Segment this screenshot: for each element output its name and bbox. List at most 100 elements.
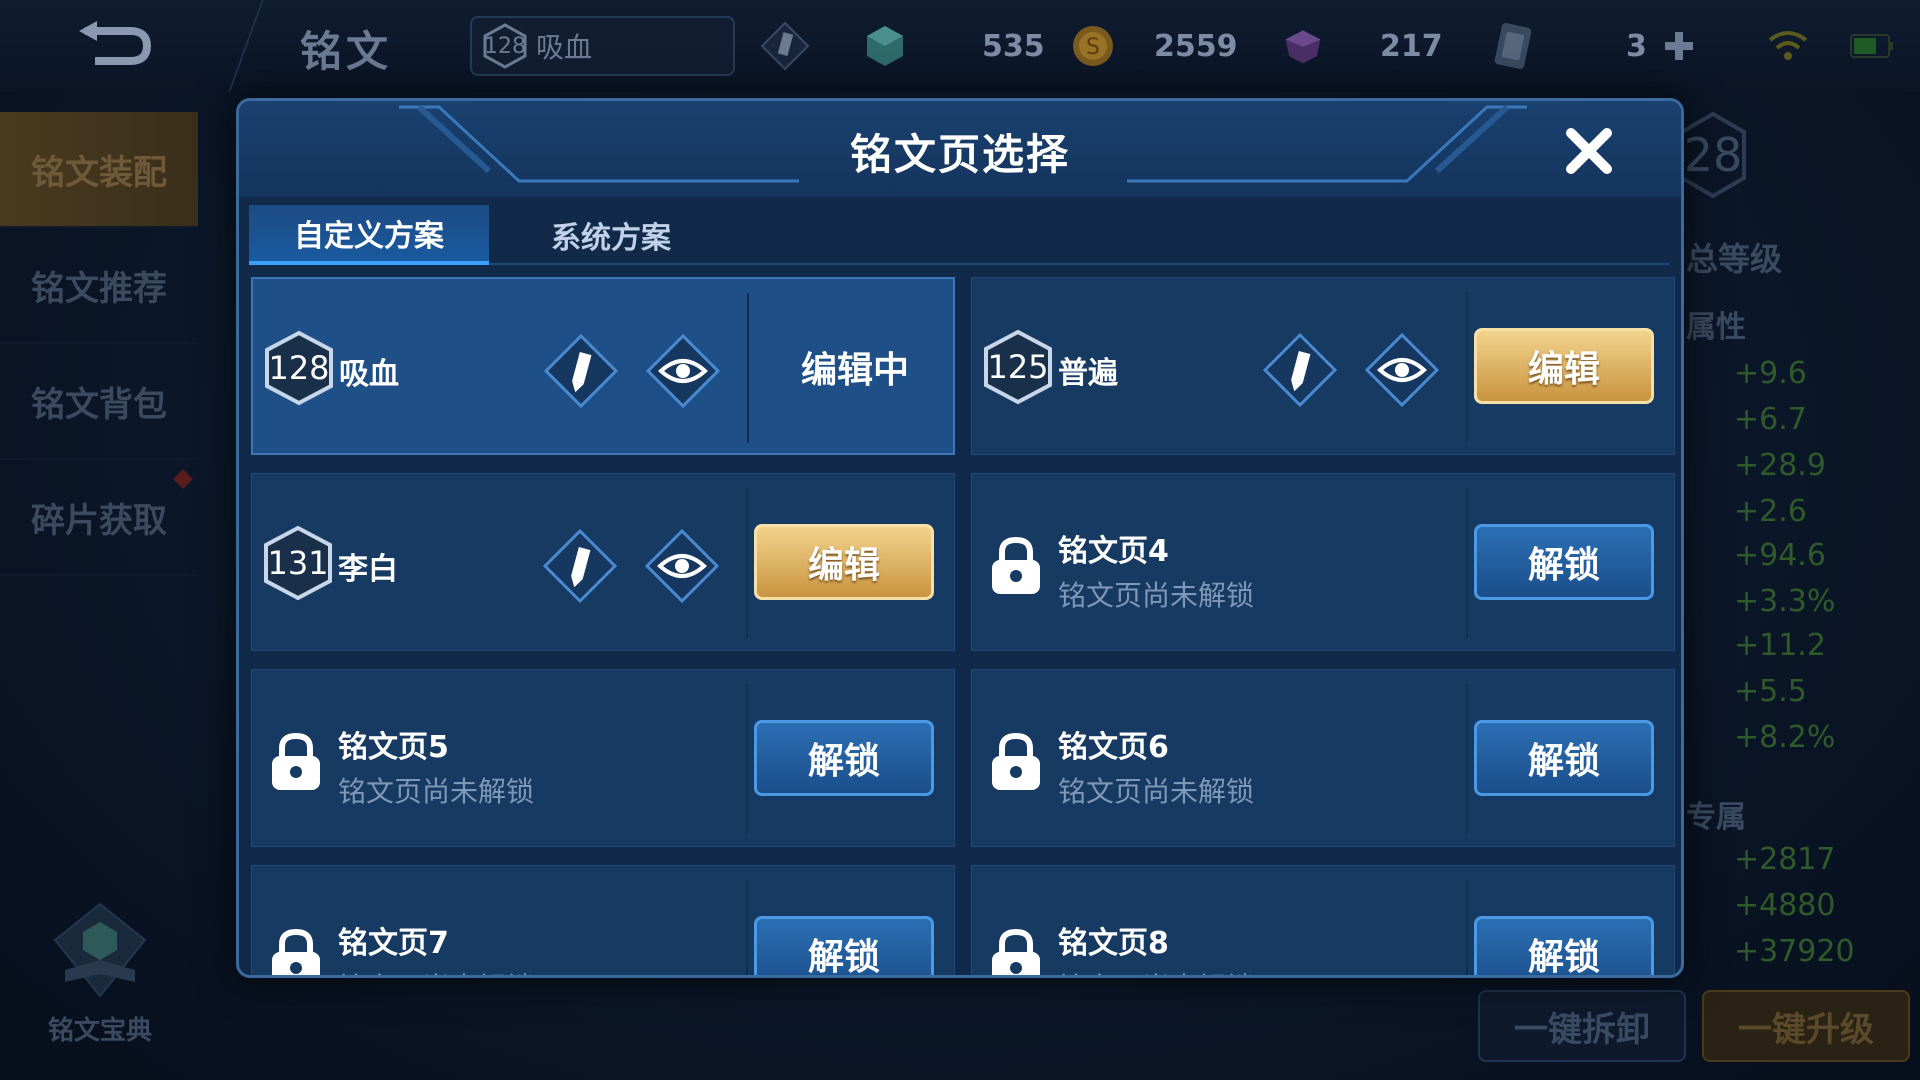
- back-button[interactable]: [70, 18, 160, 74]
- sidebar-item-recommend[interactable]: 铭文推荐: [0, 228, 198, 344]
- page-name: 铭文页8: [1058, 926, 1169, 961]
- wifi-icon: [1768, 31, 1808, 60]
- unlock-button[interactable]: 解锁: [1474, 524, 1654, 600]
- page-card[interactable]: 125 普遍 编辑: [971, 277, 1675, 455]
- rename-button[interactable]: [542, 528, 618, 604]
- stat-value: +28.9: [1734, 448, 1826, 483]
- close-button[interactable]: [1561, 123, 1617, 179]
- codex-button[interactable]: 铭文宝典: [30, 900, 170, 1047]
- unlock-button[interactable]: 解锁: [1474, 916, 1654, 975]
- exclusive-stat-value: +2817: [1734, 842, 1836, 877]
- lock-icon: [992, 732, 1040, 790]
- preview-button[interactable]: [644, 528, 720, 604]
- eye-icon: [1364, 332, 1440, 408]
- crystal-gem-icon: [862, 23, 908, 69]
- dialog-header: 铭文页选择: [239, 101, 1681, 197]
- page-card-locked[interactable]: 铭文页5 铭文页尚未解锁 解锁: [251, 669, 955, 847]
- back-arrow-icon: [79, 21, 152, 65]
- page-name: 铭文页7: [338, 926, 449, 961]
- eye-icon: [644, 528, 720, 604]
- page-card-locked[interactable]: 铭文页4 铭文页尚未解锁 解锁: [971, 473, 1675, 651]
- rename-button[interactable]: [543, 333, 619, 409]
- stat-value: +2.6: [1734, 494, 1807, 529]
- top-bar: 铭文 128 吸血 535 S 2559 217 3: [0, 0, 1920, 92]
- plan-tabs: 自定义方案 系统方案: [249, 205, 1669, 265]
- close-icon: [1566, 128, 1612, 174]
- preview-button[interactable]: [1364, 332, 1440, 408]
- tab-custom-plans[interactable]: 自定义方案: [249, 205, 489, 265]
- page-locked-hint: 铭文页尚未解锁: [1058, 966, 1254, 975]
- stat-value: +11.2: [1734, 628, 1826, 663]
- page-grid: 128 吸血 编辑中 125 普遍 编辑 131 李白 编辑 铭文页4 铭文页尚…: [251, 277, 1675, 975]
- lock-icon: [272, 732, 320, 790]
- page-name: 普遍: [1058, 356, 1118, 391]
- edit-button[interactable]: 编辑: [754, 524, 934, 600]
- page-locked-hint: 铭文页尚未解锁: [1058, 579, 1255, 612]
- page-card-locked[interactable]: 铭文页6 铭文页尚未解锁 解锁: [971, 669, 1675, 847]
- svg-text:S: S: [1086, 35, 1100, 60]
- stat-value: +8.2%: [1734, 720, 1836, 755]
- total-level-label: 总等级: [1686, 240, 1783, 278]
- stat-value: +3.3%: [1734, 584, 1836, 619]
- page-card-locked[interactable]: 铭文页7 铭文页尚未解锁 解锁: [251, 865, 955, 975]
- dialog-title: 铭文页选择: [849, 130, 1070, 179]
- unlock-button[interactable]: 解锁: [754, 916, 934, 975]
- eye-icon: [645, 333, 721, 409]
- page-level-badge: 125: [982, 328, 1054, 406]
- page-name: 吸血: [339, 357, 399, 392]
- top-divider: [228, 0, 264, 92]
- lock-icon: [272, 928, 320, 975]
- unlock-button[interactable]: 解锁: [754, 720, 934, 796]
- edit-button[interactable]: 编辑: [1474, 328, 1654, 404]
- resource-gold: S 2559: [1070, 18, 1238, 74]
- preview-button[interactable]: [645, 333, 721, 409]
- purple-gem-icon: [1280, 23, 1326, 69]
- page-name: 铭文页5: [338, 730, 449, 765]
- page-level-badge: 128: [263, 329, 335, 407]
- unlock-button[interactable]: 解锁: [1474, 720, 1654, 796]
- stat-value: +94.6: [1734, 538, 1826, 573]
- lock-icon: [992, 928, 1040, 975]
- card-divider: [1466, 488, 1468, 638]
- page-title: 铭文: [300, 27, 393, 76]
- sidebar-item-fragments[interactable]: 碎片获取: [0, 460, 198, 576]
- stat-value: +9.6: [1734, 356, 1807, 391]
- book-icon: [53, 902, 147, 998]
- lock-icon: [992, 536, 1040, 594]
- sidebar-item-backpack[interactable]: 铭文背包: [0, 344, 198, 460]
- card-divider: [746, 880, 748, 975]
- sidebar: 铭文装配 铭文推荐 铭文背包 碎片获取: [0, 112, 198, 576]
- upgrade-all-button[interactable]: 一键升级: [1702, 990, 1910, 1062]
- pencil-resource: [760, 18, 810, 74]
- disassemble-all-button[interactable]: 一键拆卸: [1478, 990, 1686, 1062]
- page-card[interactable]: 131 李白 编辑: [251, 473, 955, 651]
- tab-system-plans[interactable]: 系统方案: [491, 205, 731, 265]
- card-divider: [746, 684, 748, 834]
- current-page-name: 吸血: [536, 31, 593, 64]
- resource-card: 3: [1490, 18, 1697, 74]
- exclusive-label: 专属: [1686, 800, 1746, 835]
- pencil-icon: [542, 528, 618, 604]
- page-card-locked[interactable]: 铭文页8 铭文页尚未解锁 解锁: [971, 865, 1675, 975]
- page-level-badge: 131: [262, 524, 334, 602]
- add-icon[interactable]: [1661, 28, 1697, 64]
- current-page-selector[interactable]: 128 吸血: [470, 16, 735, 76]
- page-name: 李白: [338, 552, 398, 587]
- card-divider: [746, 488, 748, 638]
- rename-button[interactable]: [1262, 332, 1338, 408]
- card-divider: [747, 293, 749, 443]
- card-divider: [1466, 684, 1468, 834]
- pencil-diamond-icon: [760, 21, 810, 71]
- resource-crystal: 535: [862, 18, 1045, 74]
- sidebar-item-loadout[interactable]: 铭文装配: [0, 112, 198, 228]
- exclusive-stat-value: +4880: [1734, 888, 1836, 923]
- card-voucher-icon: [1490, 23, 1536, 69]
- page-select-dialog: 铭文页选择 自定义方案 系统方案 128 吸血 编辑中 125 普遍 编辑 13…: [236, 98, 1684, 978]
- page-card[interactable]: 128 吸血 编辑中: [251, 277, 955, 455]
- battery-icon: [1850, 34, 1893, 58]
- stat-value: +5.5: [1734, 674, 1807, 709]
- screen: 铭文 128 吸血 535 S 2559 217 3 铭文装配 铭文推荐 铭文背…: [0, 0, 1920, 1080]
- exclusive-stat-value: +37920: [1734, 934, 1855, 969]
- page-locked-hint: 铭文页尚未解锁: [1058, 775, 1255, 808]
- page-name: 铭文页6: [1058, 730, 1169, 765]
